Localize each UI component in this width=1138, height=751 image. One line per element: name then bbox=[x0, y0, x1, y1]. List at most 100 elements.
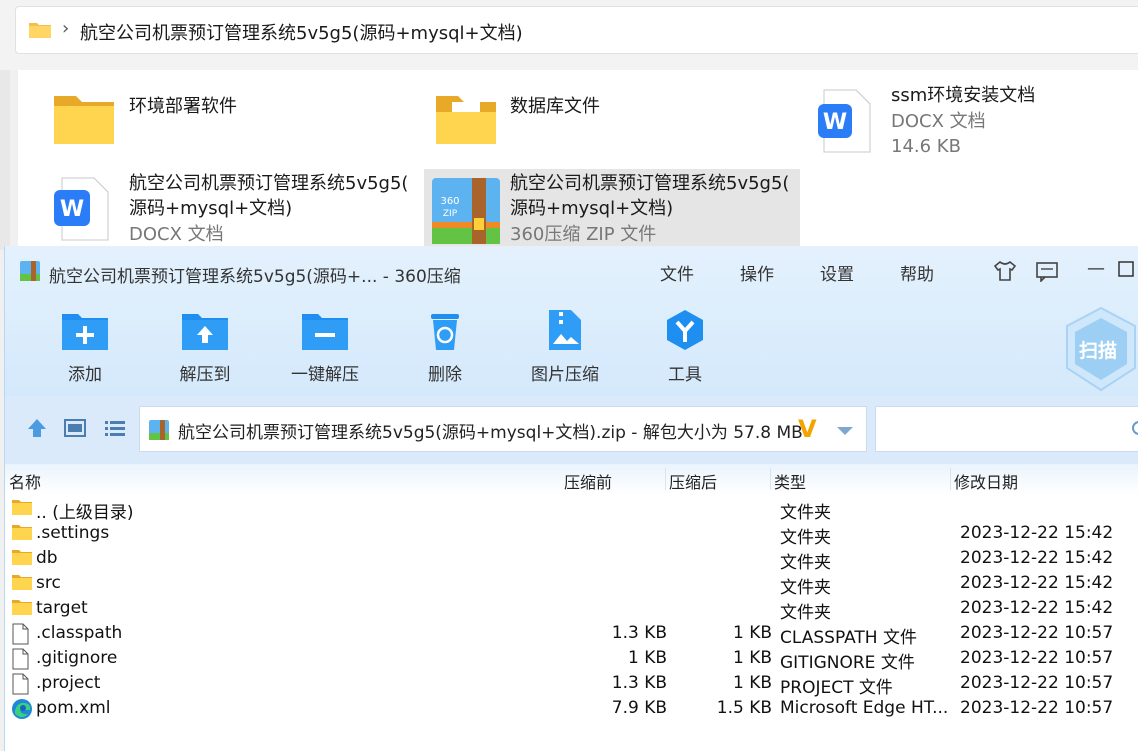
file-type: GITIGNORE 文件 bbox=[780, 653, 915, 673]
address-bar[interactable]: › 航空公司机票预订管理系统5v5g5(源码+mysql+文档) bbox=[15, 6, 1138, 54]
file-type: PROJECT 文件 bbox=[780, 678, 893, 698]
file-name: .project bbox=[36, 673, 101, 693]
column-divider[interactable] bbox=[950, 468, 951, 490]
folder-icon bbox=[54, 96, 114, 144]
file-type: 文件夹 bbox=[780, 603, 831, 623]
tools-button[interactable]: 工具 bbox=[635, 308, 735, 385]
arrow-up-icon bbox=[28, 419, 46, 437]
tile-name-line2: 源码+mysql+文档) bbox=[510, 198, 674, 219]
column-divider[interactable] bbox=[665, 468, 666, 490]
file-name: src bbox=[36, 573, 61, 593]
file-row[interactable]: .. (上级目录) 文件夹 bbox=[5, 496, 1138, 523]
extract-to-button[interactable]: 解压到 bbox=[155, 308, 255, 385]
folder-with-files-icon bbox=[436, 96, 496, 144]
edge-browser-icon bbox=[11, 698, 33, 724]
zip-archive-icon: 360 ZIP bbox=[432, 178, 500, 244]
file-type: CLASSPATH 文件 bbox=[780, 628, 917, 648]
archive-path-field[interactable]: 航空公司机票预订管理系统5v5g5(源码+mysql+文档).zip - 解包大… bbox=[139, 406, 867, 452]
file-type: Microsoft Edge HT... bbox=[780, 698, 949, 718]
tile-name: 环境部署软件 bbox=[129, 96, 237, 117]
explorer-nav-pane bbox=[0, 70, 10, 250]
file-modified-date: 2023-12-22 10:57 bbox=[960, 623, 1114, 643]
file-row[interactable]: .settings 文件夹 2023-12-22 15:42 bbox=[5, 521, 1138, 548]
file-modified-date: 2023-12-22 15:42 bbox=[960, 523, 1114, 543]
file-row[interactable]: db 文件夹 2023-12-22 15:42 bbox=[5, 546, 1138, 573]
file-packed-size: 1 KB bbox=[732, 673, 772, 693]
file-name: db bbox=[36, 548, 58, 568]
file-original-size: 1.3 KB bbox=[611, 673, 667, 693]
col-modified-date[interactable]: 修改日期 bbox=[954, 469, 1018, 493]
file-original-size: 1.3 KB bbox=[611, 623, 667, 643]
file-modified-date: 2023-12-22 15:42 bbox=[960, 573, 1114, 593]
col-name[interactable]: 名称 bbox=[9, 469, 41, 493]
minimize-button[interactable]: — bbox=[1087, 258, 1105, 279]
col-packed-size[interactable]: 压缩后 bbox=[669, 469, 717, 493]
tools-label: 工具 bbox=[668, 365, 702, 385]
folder-icon bbox=[11, 598, 33, 620]
file-name: target bbox=[36, 598, 88, 618]
skin-icon[interactable] bbox=[993, 260, 1017, 287]
file-row[interactable]: pom.xml 7.9 KB 1.5 KB Microsoft Edge HT... 2… bbox=[5, 696, 1138, 721]
tile-type: DOCX 文档 bbox=[891, 111, 986, 132]
zip-app-icon bbox=[19, 260, 41, 286]
file-type: 文件夹 bbox=[780, 553, 831, 573]
list-view-button[interactable] bbox=[103, 416, 127, 444]
chevron-down-icon[interactable] bbox=[836, 422, 854, 441]
tile-type: 360压缩 ZIP 文件 bbox=[510, 224, 657, 245]
one-click-extract-button[interactable]: 一键解压 bbox=[275, 308, 375, 385]
file-modified-date: 2023-12-22 15:42 bbox=[960, 548, 1114, 568]
menu-help[interactable]: 帮助 bbox=[900, 260, 934, 285]
breadcrumb-path[interactable]: 航空公司机票预订管理系统5v5g5(源码+mysql+文档) bbox=[80, 19, 523, 45]
feedback-icon[interactable] bbox=[1035, 260, 1059, 287]
folder-icon bbox=[28, 20, 52, 44]
tile-size: 14.6 KB bbox=[891, 136, 961, 157]
file-name: .classpath bbox=[36, 623, 123, 643]
thumbnail-view-button[interactable] bbox=[63, 416, 87, 444]
tile-name: 数据库文件 bbox=[510, 96, 600, 117]
one-click-extract-label: 一键解压 bbox=[291, 365, 359, 385]
list-view-icon bbox=[105, 421, 125, 436]
zip-header: 航空公司机票预订管理系统5v5g5(源码+... - 360压缩 文件 操作 设… bbox=[5, 246, 1138, 396]
file-row[interactable]: src 文件夹 2023-12-22 15:42 bbox=[5, 571, 1138, 598]
folder-icon bbox=[11, 548, 33, 570]
file-modified-date: 2023-12-22 10:57 bbox=[960, 698, 1114, 718]
delete-button[interactable]: 删除 bbox=[395, 308, 495, 385]
archive-path-text: 航空公司机票预订管理系统5v5g5(源码+mysql+文档).zip - 解包大… bbox=[178, 423, 803, 443]
svg-text:W: W bbox=[60, 197, 84, 222]
path-toolbar: 航空公司机票预订管理系统5v5g5(源码+mysql+文档).zip - 解包大… bbox=[5, 396, 1138, 464]
folder-icon bbox=[11, 523, 33, 545]
menu-file[interactable]: 文件 bbox=[660, 260, 694, 285]
file-row[interactable]: .project 1.3 KB 1 KB PROJECT 文件 2023-12-22 1… bbox=[5, 671, 1138, 698]
zip-archive-icon bbox=[148, 419, 170, 445]
file-row[interactable]: .gitignore 1 KB 1 KB GITIGNORE 文件 2023-12-22… bbox=[5, 646, 1138, 673]
v-badge-icon[interactable]: V bbox=[798, 415, 817, 443]
add-button[interactable]: 添加 bbox=[35, 308, 135, 385]
file-row[interactable]: .classpath 1.3 KB 1 KB CLASSPATH 文件 2023-12-… bbox=[5, 621, 1138, 648]
one-click-extract-icon bbox=[302, 314, 348, 350]
scan-label: 扫描 bbox=[1079, 340, 1118, 362]
search-icon[interactable] bbox=[1130, 419, 1138, 443]
file-row[interactable]: target 文件夹 2023-12-22 15:42 bbox=[5, 596, 1138, 623]
file-name: .gitignore bbox=[36, 648, 118, 668]
file-packed-size: 1 KB bbox=[732, 623, 772, 643]
search-field[interactable] bbox=[875, 406, 1138, 452]
scan-button[interactable]: 扫描 bbox=[1063, 306, 1138, 396]
col-original-size[interactable]: 压缩前 bbox=[564, 469, 612, 493]
menu-operation[interactable]: 操作 bbox=[740, 260, 774, 285]
column-header-row: 名称 压缩前 压缩后 类型 修改日期 bbox=[5, 464, 1138, 494]
svg-text:W: W bbox=[823, 110, 847, 135]
image-compress-button[interactable]: 图片压缩 bbox=[515, 308, 615, 385]
file-packed-size: 1.5 KB bbox=[716, 698, 772, 718]
folder-icon bbox=[11, 498, 33, 520]
col-type[interactable]: 类型 bbox=[774, 469, 806, 493]
file-original-size: 1 KB bbox=[627, 648, 667, 668]
column-divider[interactable] bbox=[770, 468, 771, 490]
file-name: .settings bbox=[36, 523, 110, 543]
menu-settings[interactable]: 设置 bbox=[820, 260, 854, 285]
tile-name-line2: 源码+mysql+文档) bbox=[129, 198, 293, 219]
up-level-button[interactable] bbox=[25, 416, 49, 444]
search-input[interactable] bbox=[876, 407, 1138, 451]
maximize-button[interactable] bbox=[1117, 260, 1135, 283]
file-type: 文件夹 bbox=[780, 503, 831, 523]
file-name: pom.xml bbox=[36, 698, 111, 718]
